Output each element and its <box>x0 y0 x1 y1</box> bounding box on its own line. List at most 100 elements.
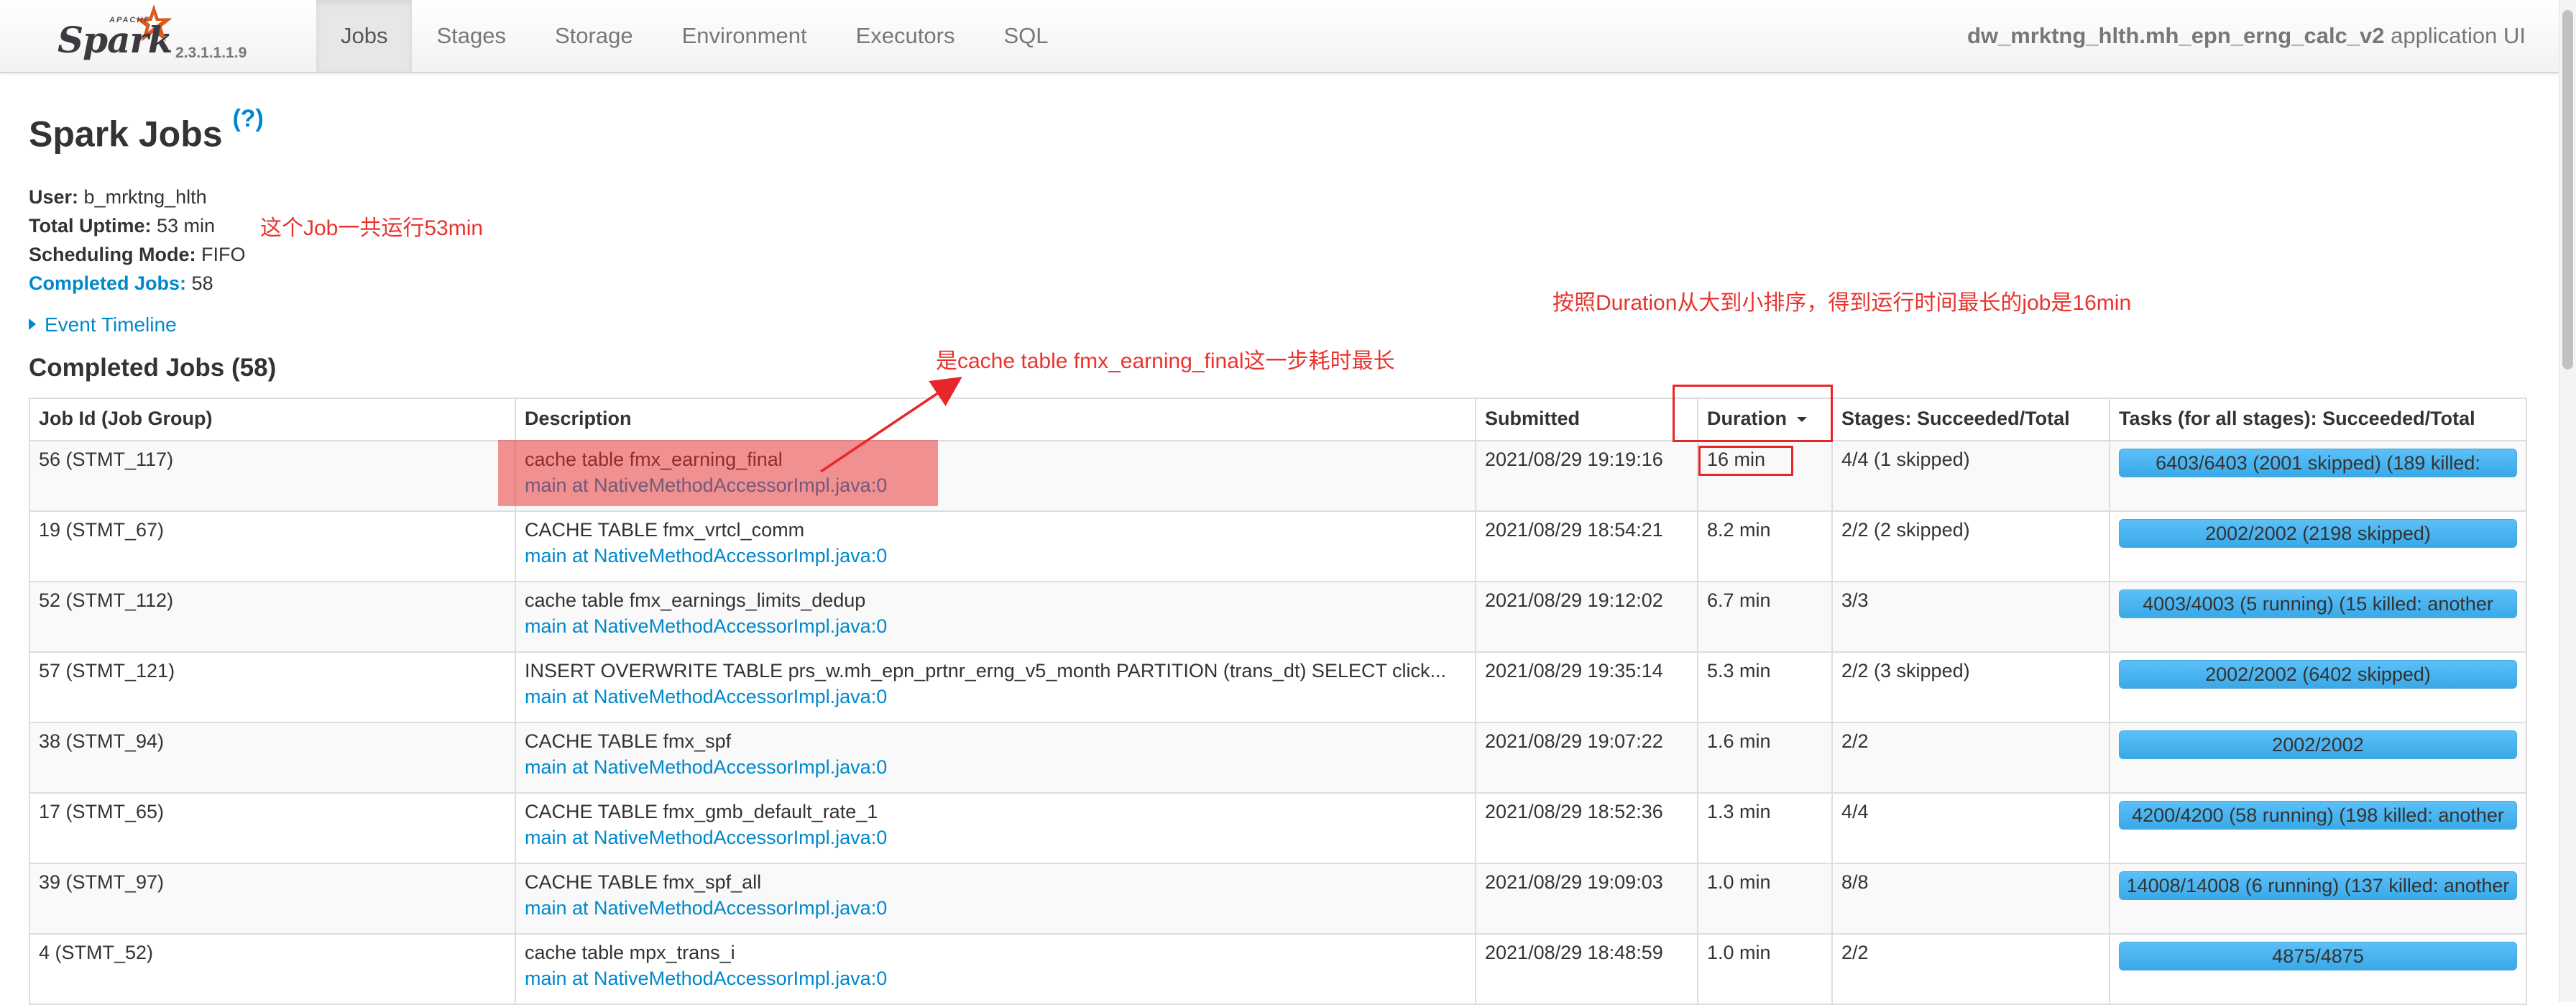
job-stages: 2/2 <box>1841 942 1869 963</box>
job-id: 38 (STMT_94) <box>39 730 165 752</box>
summary-uptime-value: 53 min <box>157 215 216 237</box>
cell-tasks: 2002/2002 (6402 skipped) <box>2109 651 2527 723</box>
job-stages: 4/4 <box>1841 801 1869 822</box>
header-description[interactable]: Description <box>515 398 1476 441</box>
tasks-progress-text: 4200/4200 (58 running) (198 killed: anot… <box>2132 804 2504 826</box>
cell-tasks: 6403/6403 (2001 skipped) (189 killed: <box>2109 440 2527 512</box>
tab-jobs[interactable]: Jobs <box>316 0 413 72</box>
table-row: 57 (STMT_121) INSERT OVERWRITE TABLE prs… <box>29 651 2527 723</box>
cell-stages: 2/2 (3 skipped) <box>1831 651 2110 723</box>
cell-submitted: 2021/08/29 19:09:03 <box>1475 863 1698 935</box>
spark-version: 2.3.1.1.1.9 <box>175 45 247 61</box>
job-submitted: 2021/08/29 19:07:22 <box>1485 730 1663 752</box>
uptime-annotation: 这个Job一共运行53min <box>260 216 484 240</box>
job-stages: 2/2 (2 skipped) <box>1841 519 1970 541</box>
table-row: 19 (STMT_67) CACHE TABLE fmx_vrtcl_comm … <box>29 510 2527 582</box>
tasks-progress-text: 2002/2002 <box>2272 734 2364 756</box>
sort-desc-icon <box>1797 417 1807 422</box>
header-tasks[interactable]: Tasks (for all stages): Succeeded/Total <box>2109 398 2527 441</box>
table-row: 56 (STMT_117) cache table fmx_earning_fi… <box>29 440 2527 512</box>
job-submitted: 2021/08/29 19:09:03 <box>1485 871 1663 893</box>
cell-job-id: 56 (STMT_117) <box>29 440 516 512</box>
job-detail-link[interactable]: main at NativeMethodAccessorImpl.java:0 <box>525 968 887 989</box>
top-navbar: APACHE Spark 2.3.1.1.1.9 Jobs Stages Sto… <box>0 0 2559 73</box>
cell-duration: 1.6 min <box>1697 722 1833 794</box>
cell-submitted: 2021/08/29 19:07:22 <box>1475 722 1698 794</box>
tasks-progress-bar: 6403/6403 (2001 skipped) (189 killed: <box>2119 449 2517 477</box>
job-detail-link[interactable]: main at NativeMethodAccessorImpl.java:0 <box>525 827 887 848</box>
cell-stages: 8/8 <box>1831 863 2110 935</box>
cell-description: CACHE TABLE fmx_gmb_default_rate_1 main … <box>515 792 1476 864</box>
completed-jobs-table: Job Id (Job Group) Description Submitted… <box>29 398 2527 1005</box>
job-submitted: 2021/08/29 19:19:16 <box>1485 449 1663 470</box>
cell-stages: 2/2 (2 skipped) <box>1831 510 2110 582</box>
tasks-progress-text: 14008/14008 (6 running) (137 killed: ano… <box>2126 875 2510 896</box>
tab-stages[interactable]: Stages <box>412 0 530 72</box>
job-duration: 8.2 min <box>1707 519 1771 541</box>
header-duration[interactable]: Duration <box>1697 398 1833 441</box>
cell-description: CACHE TABLE fmx_spf main at NativeMethod… <box>515 722 1476 794</box>
completed-jobs-link[interactable]: Completed Jobs: <box>29 272 192 294</box>
jobs-table-body: 56 (STMT_117) cache table fmx_earning_fi… <box>29 440 2527 1005</box>
scrollbar-thumb[interactable] <box>2562 10 2573 370</box>
cell-stages: 3/3 <box>1831 581 2110 653</box>
summary-uptime-label: Total Uptime: <box>29 215 152 237</box>
job-summary: User: b_mrktng_hlth Total Uptime: 53 min… <box>29 183 246 298</box>
spark-logo[interactable]: APACHE Spark 2.3.1.1.1.9 <box>55 3 263 69</box>
cell-tasks: 4200/4200 (58 running) (198 killed: anot… <box>2109 792 2527 864</box>
job-description: CACHE TABLE fmx_spf <box>525 730 732 752</box>
event-timeline-label: Event Timeline <box>45 313 177 336</box>
cell-description: cache table fmx_earnings_limits_dedup ma… <box>515 581 1476 653</box>
tasks-progress-bar: 4875/4875 <box>2119 942 2517 970</box>
cell-tasks: 14008/14008 (6 running) (137 killed: ano… <box>2109 863 2527 935</box>
job-id: 52 (STMT_112) <box>39 589 174 611</box>
job-submitted: 2021/08/29 18:52:36 <box>1485 801 1663 822</box>
job-duration: 1.6 min <box>1707 730 1771 752</box>
cell-duration: 8.2 min <box>1697 510 1833 582</box>
cell-job-id: 38 (STMT_94) <box>29 722 516 794</box>
job-duration: 6.7 min <box>1707 589 1771 611</box>
job-detail-link[interactable]: main at NativeMethodAccessorImpl.java:0 <box>525 474 887 496</box>
cell-description: cache table fmx_earning_final main at Na… <box>515 440 1476 512</box>
summary-completed-value: 58 <box>191 272 213 294</box>
header-submitted[interactable]: Submitted <box>1475 398 1698 441</box>
event-timeline-toggle[interactable]: Event Timeline <box>29 313 177 336</box>
job-submitted: 2021/08/29 19:35:14 <box>1485 660 1663 682</box>
application-name: dw_mrktng_hlth.mh_epn_erng_calc_v2 <box>1966 23 2385 48</box>
tab-executors[interactable]: Executors <box>832 0 980 72</box>
tab-environment[interactable]: Environment <box>658 0 832 72</box>
job-detail-link[interactable]: main at NativeMethodAccessorImpl.java:0 <box>525 615 887 637</box>
job-stages: 2/2 (3 skipped) <box>1841 660 1970 682</box>
tasks-progress-bar: 2002/2002 (6402 skipped) <box>2119 660 2517 689</box>
tasks-progress-text: 2002/2002 (6402 skipped) <box>2205 664 2431 685</box>
job-id: 4 (STMT_52) <box>39 942 154 963</box>
page-scrollbar[interactable] <box>2559 0 2576 1002</box>
caret-right-icon <box>29 318 36 330</box>
job-duration: 1.0 min <box>1707 871 1771 893</box>
job-detail-link[interactable]: main at NativeMethodAccessorImpl.java:0 <box>525 686 887 707</box>
cell-submitted: 2021/08/29 18:54:21 <box>1475 510 1698 582</box>
help-link[interactable]: (?) <box>232 105 263 132</box>
job-id: 57 (STMT_121) <box>39 660 175 682</box>
job-detail-link[interactable]: main at NativeMethodAccessorImpl.java:0 <box>525 545 887 566</box>
job-detail-link[interactable]: main at NativeMethodAccessorImpl.java:0 <box>525 756 887 778</box>
job-stages: 3/3 <box>1841 589 1869 611</box>
tab-storage[interactable]: Storage <box>530 0 658 72</box>
job-submitted: 2021/08/29 18:48:59 <box>1485 942 1663 963</box>
page-title: Spark Jobs (?) <box>29 105 264 155</box>
job-duration: 16 min <box>1707 449 1766 470</box>
job-detail-link[interactable]: main at NativeMethodAccessorImpl.java:0 <box>525 897 887 919</box>
job-stages: 2/2 <box>1841 730 1869 752</box>
cell-job-id: 4 (STMT_52) <box>29 933 516 1005</box>
tab-sql[interactable]: SQL <box>979 0 1072 72</box>
page-title-text: Spark Jobs <box>29 114 223 155</box>
cell-duration: 1.3 min <box>1697 792 1833 864</box>
job-description: cache table fmx_earning_final <box>525 449 783 470</box>
cell-job-id: 39 (STMT_97) <box>29 863 516 935</box>
header-stages[interactable]: Stages: Succeeded/Total <box>1831 398 2110 441</box>
table-header-row: Job Id (Job Group) Description Submitted… <box>29 398 2527 441</box>
cell-tasks: 4875/4875 <box>2109 933 2527 1005</box>
header-job-id[interactable]: Job Id (Job Group) <box>29 398 516 441</box>
job-submitted: 2021/08/29 19:12:02 <box>1485 589 1663 611</box>
cell-stages: 4/4 <box>1831 792 2110 864</box>
